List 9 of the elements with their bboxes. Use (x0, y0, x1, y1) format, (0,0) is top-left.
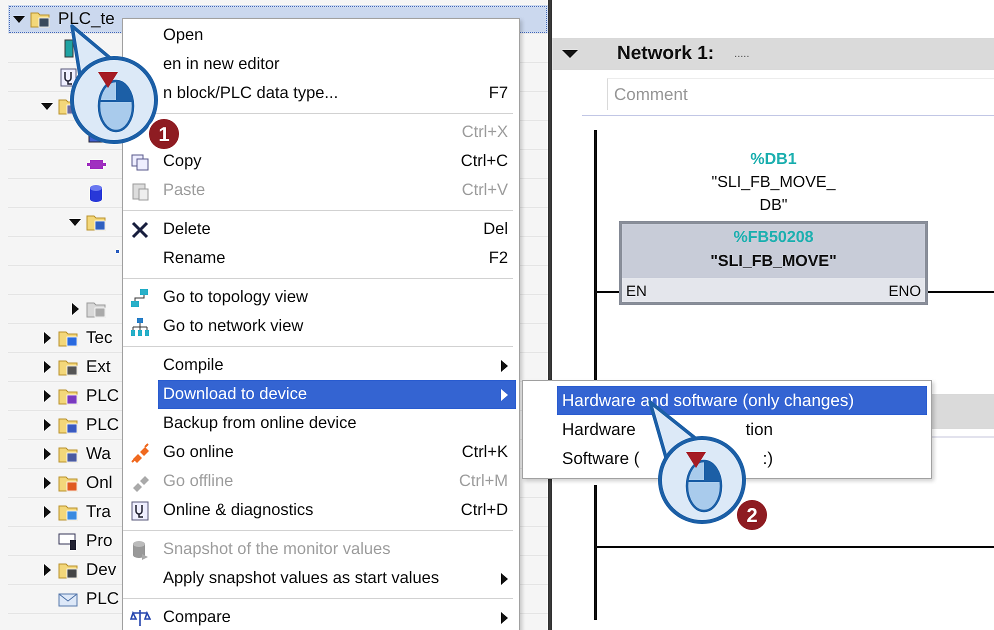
instance-name: "SLI_FB_MOVE_ (712, 173, 836, 193)
network-title-note: ..... (734, 48, 750, 60)
block-address: %FB50208 (733, 228, 814, 248)
input-pin: EN (626, 283, 647, 300)
instance-name: DB" (760, 196, 788, 216)
output-pin: ENO (888, 283, 921, 300)
network-title: Network 1: (617, 43, 714, 65)
block-name: "SLI_FB_MOVE" (710, 252, 837, 272)
instance-address: %DB1 (750, 150, 797, 170)
